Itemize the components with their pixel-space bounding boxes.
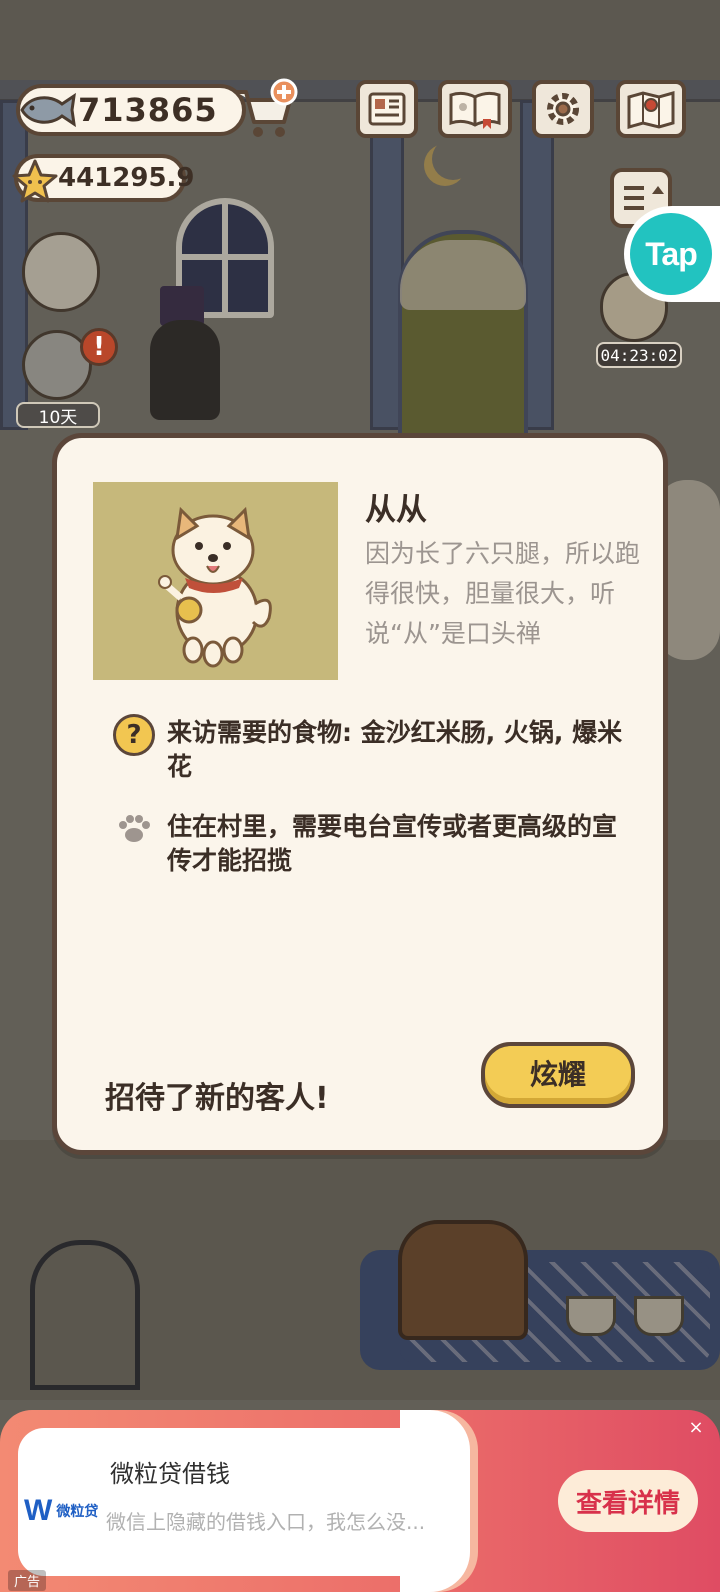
ad-close-icon[interactable]: × [686,1418,706,1438]
ad-title[interactable]: 微粒贷借钱 [110,1454,230,1489]
show-off-button[interactable]: 炫耀 [481,1042,635,1108]
fish-icon [20,92,76,128]
ad-logo: W 微粒贷 [24,1494,98,1528]
star-count: 441295.9 [58,163,195,193]
ad-logo-text: 微粒贷 [56,1504,99,1520]
star-icon [12,159,58,203]
residence-info-row: 住在村里，需要电台宣传或者更高级的宣传才能招揽 [113,810,637,878]
shop-cart-icon [236,78,298,137]
fish-count: 713865 [78,91,218,129]
dog-guest-illustration [158,506,272,668]
ad-description: 微信上隐藏的借钱入口，我怎么没... [106,1510,426,1534]
question-icon: ? [113,714,155,756]
newspaper-button[interactable] [356,80,418,138]
album-button[interactable] [438,80,512,138]
guest-description: 因为长了六只腿，所以跑得很快，胆量很大，听说“从”是口头禅 [365,539,641,648]
new-guest-dialog: 从从 因为长了六只腿，所以跑得很快，胆量很大，听说“从”是口头禅 ? 来访需要的… [52,433,668,1155]
taptap-logo: Tap [630,213,712,295]
food-requirement-text: 来访需要的食物: 金沙红米肠, 火锅, 爆米花 [167,718,623,781]
ad-label: 广告 [8,1570,47,1591]
days-badge: 10天 [16,402,100,428]
food-requirement-row: ? 来访需要的食物: 金沙红米肠, 火锅, 爆米花 [113,714,637,784]
guest-name: 从从 [365,492,427,528]
ad-banner[interactable]: W 微粒贷 微粒贷借钱 微信上隐藏的借钱入口，我怎么没... 查看详情 × 广告 [0,1410,720,1592]
gear-icon [547,93,579,125]
map-button[interactable] [616,80,686,138]
fish-currency-counter: 713865 [16,84,246,136]
new-guest-message: 招待了新的客人! [105,1081,329,1116]
residence-info-text: 住在村里，需要电台宣传或者更高级的宣传才能招揽 [167,812,618,875]
guest-portrait [93,482,338,680]
ad-view-details-button[interactable]: 查看详情 [558,1470,698,1532]
settings-button[interactable] [532,80,594,138]
star-currency-counter: 441295.9 [12,154,195,203]
countdown-timer: 04:23:02 [596,342,682,368]
alert-icon[interactable]: ! [80,328,118,366]
shop-cart-button[interactable] [232,78,298,142]
map-icon [627,91,675,129]
album-book-icon [449,91,501,129]
newspaper-icon [368,92,406,126]
paw-icon [119,815,150,842]
ad-logo-mark: W [24,1494,53,1527]
taptap-float-button[interactable]: Tap [624,206,720,302]
